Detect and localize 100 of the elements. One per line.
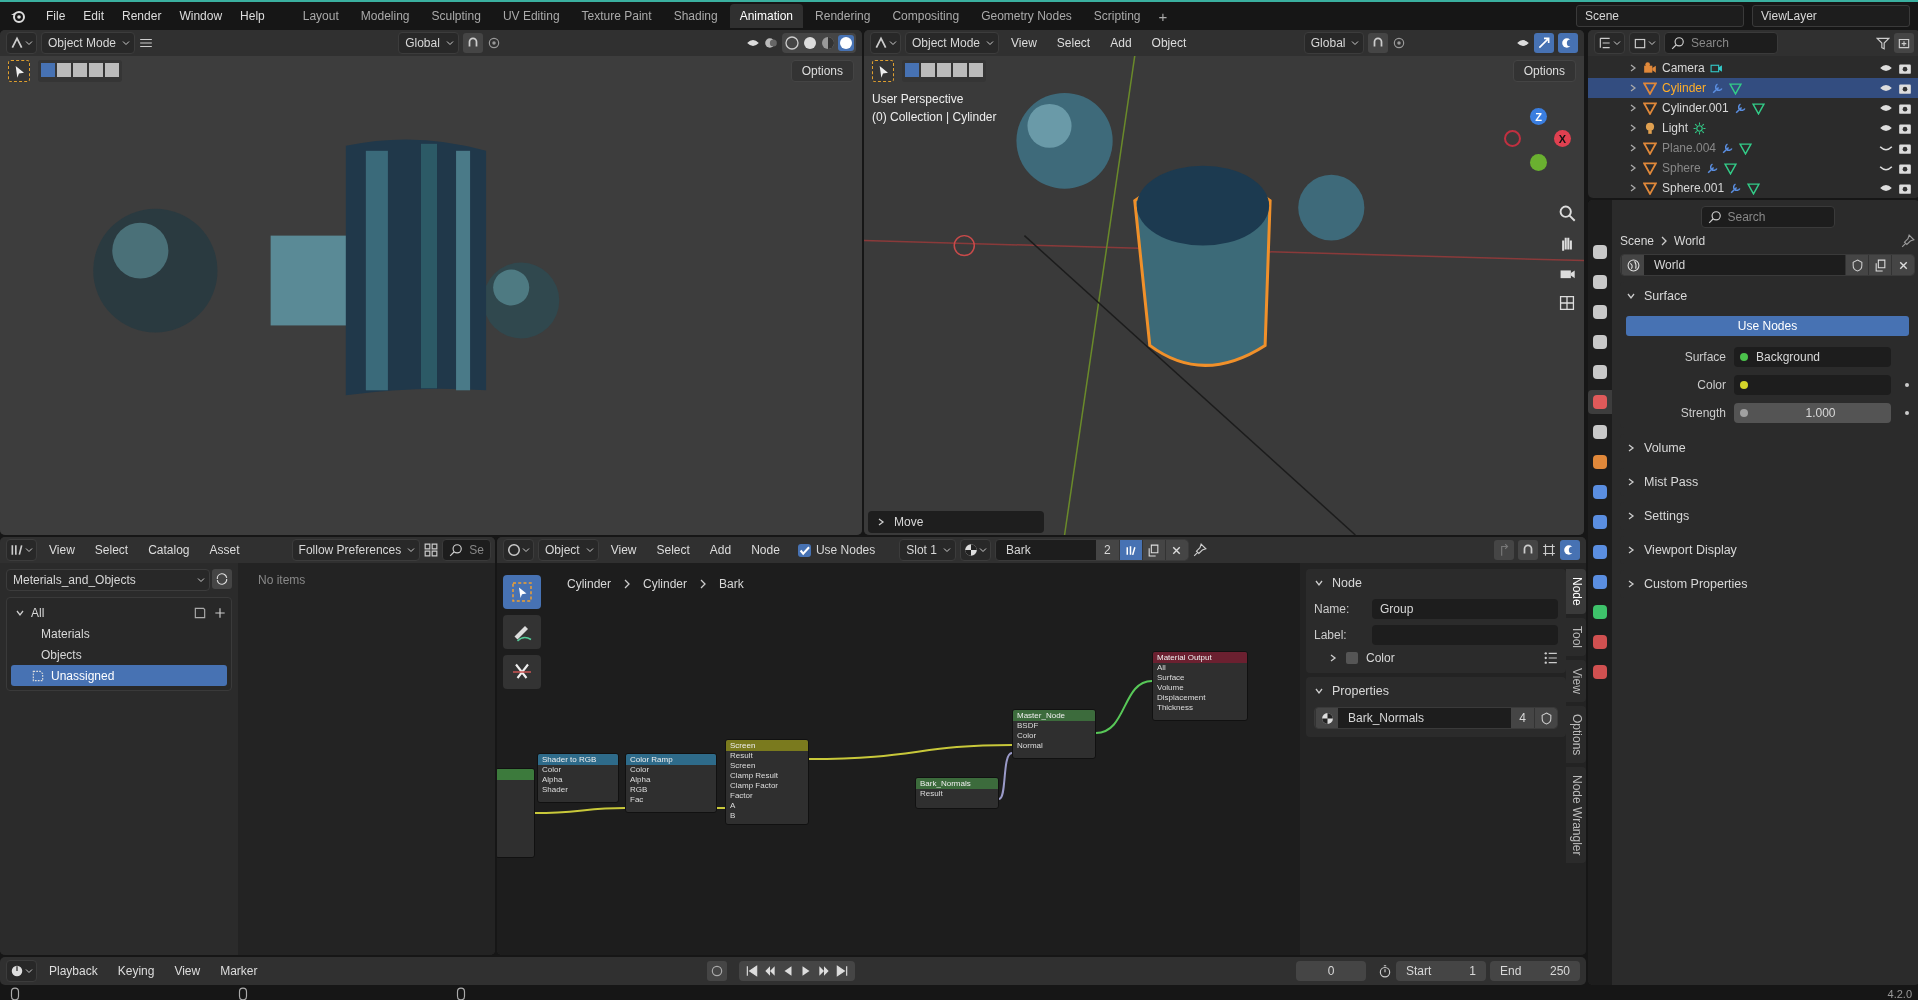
shader-type-dropdown[interactable]: Object	[538, 539, 599, 561]
current-frame-field[interactable]: 0	[1296, 961, 1366, 981]
add-workspace-button[interactable]: +	[1152, 4, 1174, 28]
menu-item[interactable]: Add	[701, 540, 740, 560]
panel-header[interactable]: Viewport Display	[1626, 540, 1909, 560]
tree-item[interactable]: All	[11, 602, 49, 623]
menu-item[interactable]: Select	[1048, 33, 1099, 53]
select-tool-button[interactable]	[872, 60, 894, 82]
outliner-row[interactable]: Sphere.001	[1588, 178, 1918, 198]
pin-icon[interactable]	[1192, 543, 1207, 557]
refresh-icon[interactable]	[212, 569, 232, 589]
menu-item[interactable]: Node	[743, 540, 788, 560]
user-count[interactable]: 4	[1511, 708, 1534, 728]
editor-type-dropdown[interactable]	[6, 960, 37, 982]
menu-item[interactable]: Marker	[212, 961, 266, 981]
orientation-dropdown[interactable]: Global	[398, 32, 459, 54]
import-method-dropdown[interactable]: Follow Preferences	[291, 539, 421, 561]
workspace-tab[interactable]: Geometry Nodes	[971, 4, 1082, 28]
panel-header[interactable]: Volume	[1626, 438, 1909, 458]
menu-item[interactable]: Asset	[201, 540, 248, 560]
menu-item[interactable]: View	[602, 540, 645, 560]
next-keyframe-button[interactable]	[816, 964, 831, 978]
keyframe-dot-icon[interactable]	[1905, 383, 1909, 387]
outliner-row[interactable]: Cylinder	[1588, 78, 1918, 98]
sidebar-tab[interactable]: Node Wrangler	[1566, 766, 1586, 864]
record-icon[interactable]	[706, 961, 727, 981]
orientation-dropdown[interactable]: Global	[1303, 32, 1365, 54]
display-mode-dropdown[interactable]	[1629, 32, 1660, 54]
mode-dropdown[interactable]: Object Mode	[41, 32, 136, 54]
sidebar-tab[interactable]: Options	[1566, 705, 1586, 763]
end-frame-field[interactable]: End 250	[1490, 961, 1580, 981]
link-field[interactable]: Background	[1734, 347, 1891, 367]
list-icon[interactable]	[1544, 651, 1558, 665]
tree-item[interactable]: Materials	[11, 623, 227, 644]
number-field[interactable]: 1.000	[1734, 403, 1891, 423]
fake-user-button[interactable]	[1118, 540, 1142, 560]
menu-icon[interactable]	[139, 36, 154, 50]
pin-icon[interactable]	[1901, 234, 1915, 248]
shader-node[interactable]: Material Output All Surface Volume Displacement Thickness	[1152, 651, 1248, 721]
library-dropdown[interactable]: Meterials_and_Objects	[6, 569, 210, 591]
color-field[interactable]	[1734, 375, 1891, 395]
magnet-icon[interactable]	[1518, 540, 1538, 560]
axis-handle[interactable]	[1504, 130, 1521, 147]
panel-header[interactable]: Settings	[1626, 506, 1909, 526]
workspace-tab[interactable]: Texture Paint	[571, 4, 662, 28]
options-dropdown[interactable]: Options	[790, 60, 854, 82]
unlink-button[interactable]	[1891, 255, 1914, 275]
magnet-icon[interactable]	[462, 33, 483, 53]
editor-type-dropdown[interactable]	[6, 539, 37, 561]
editor-type-dropdown[interactable]	[870, 32, 901, 54]
menu-item[interactable]: Select	[648, 540, 698, 560]
workspace-tab[interactable]: Modeling	[350, 4, 420, 28]
panel-header[interactable]: Custom Properties	[1626, 574, 1909, 594]
editor-type-dropdown[interactable]	[6, 32, 37, 54]
search-field[interactable]: Search	[1700, 206, 1835, 228]
shader-node[interactable]: Screen Result Screen Clamp Result Clamp Factor Factor A B	[725, 739, 809, 825]
workspace-tab[interactable]: Shading	[663, 4, 728, 28]
node-tree-field[interactable]: Bark_Normals	[1338, 711, 1512, 725]
stopwatch-icon[interactable]	[1378, 964, 1392, 978]
filter-icon[interactable]	[1876, 36, 1890, 50]
duplicate-button[interactable]	[1868, 255, 1891, 275]
outliner-row[interactable]: Light	[1588, 118, 1918, 138]
outliner-row[interactable]: Sphere	[1588, 158, 1918, 178]
view-layer-selector[interactable]: ViewLayer	[1752, 5, 1910, 27]
outliner-row[interactable]: Cylinder.001	[1588, 98, 1918, 118]
menu-item[interactable]: File	[38, 6, 74, 26]
subpanel-title[interactable]: Color	[1366, 651, 1395, 665]
use-nodes-checkbox[interactable]: Use Nodes	[797, 543, 876, 557]
editor-type-dropdown[interactable]	[1594, 32, 1625, 54]
duplicate-button[interactable]	[1141, 540, 1165, 560]
tree-item[interactable]: Objects	[11, 644, 227, 665]
snap-grid-icon[interactable]	[1542, 543, 1556, 557]
cut-links-tool-button[interactable]	[503, 655, 541, 689]
material-browse-button[interactable]	[959, 539, 991, 561]
scene-selector[interactable]: Scene	[1576, 5, 1744, 27]
search-field[interactable]: Se	[442, 539, 491, 561]
shader-node[interactable]: Bark_Normals Result	[915, 777, 999, 809]
workspace-tab[interactable]: Rendering	[805, 4, 881, 28]
panel-header[interactable]: Node	[1314, 573, 1558, 593]
proportional-edit-icon[interactable]	[486, 36, 501, 50]
panel-header[interactable]: Properties	[1314, 681, 1558, 701]
mode-dropdown[interactable]: Object Mode	[905, 32, 1000, 54]
workspace-tab[interactable]: Compositing	[882, 4, 970, 28]
shader-node[interactable]: Shader to RGB Color Alpha Shader	[537, 753, 619, 803]
proportional-edit-icon[interactable]	[1392, 36, 1407, 50]
fake-user-button[interactable]	[1534, 708, 1557, 728]
workspace-tab[interactable]: Scripting	[1083, 4, 1151, 28]
menu-item[interactable]: Catalog	[140, 540, 198, 560]
panel-header[interactable]: Mist Pass	[1626, 472, 1909, 492]
menu-item[interactable]: Render	[114, 6, 170, 26]
node-tree-browse-button[interactable]	[1315, 708, 1338, 728]
menu-item[interactable]: View	[1003, 33, 1045, 53]
shader-node[interactable]: Master_Node BSDF Color Normal	[1012, 709, 1096, 759]
use-nodes-button[interactable]: Use Nodes	[1626, 316, 1909, 336]
solid-shading-button[interactable]	[802, 35, 818, 51]
unlink-button[interactable]	[1164, 540, 1188, 560]
keyframe-dot-icon[interactable]	[1905, 411, 1909, 415]
select-tool-button[interactable]	[8, 60, 30, 82]
zoom-icon[interactable]	[1558, 204, 1576, 222]
start-frame-field[interactable]: Start 1	[1396, 961, 1486, 981]
